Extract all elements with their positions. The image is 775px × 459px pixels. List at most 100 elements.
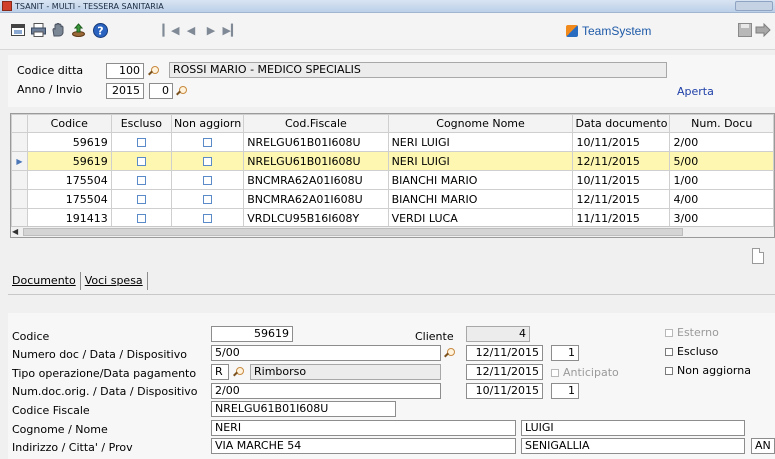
invio-field[interactable]: 0 bbox=[149, 83, 173, 99]
cell-cognome-nome: NERI LUIGI bbox=[387, 132, 574, 152]
escluso-checkbox[interactable] bbox=[136, 195, 146, 204]
cell-codice: 175504 bbox=[26, 189, 112, 209]
cell-non-aggiorna[interactable] bbox=[170, 151, 245, 171]
horizontal-scrollbar[interactable]: ◀ bbox=[11, 226, 774, 237]
exit-icon[interactable] bbox=[755, 22, 771, 38]
tab-documento[interactable]: Documento bbox=[10, 272, 78, 290]
new-document-icon[interactable] bbox=[752, 248, 764, 264]
esterno-checkbox[interactable]: Esterno bbox=[665, 326, 719, 339]
col-header-cod-fiscale[interactable]: Cod.Fiscale bbox=[243, 114, 389, 133]
tipo-operazione-search-icon[interactable] bbox=[233, 367, 244, 377]
numero-doc-dispositivo-field[interactable]: 1 bbox=[551, 345, 579, 361]
save-icon[interactable] bbox=[737, 22, 753, 38]
non-aggiorna-form-checkbox[interactable]: Non aggiorna bbox=[665, 364, 751, 377]
escluso-form-checkbox[interactable]: Escluso bbox=[665, 345, 718, 358]
tab-separator bbox=[146, 272, 148, 290]
indirizzo-field[interactable]: VIA MARCHE 54 bbox=[211, 438, 516, 454]
codice-ditta-field[interactable]: 100 bbox=[106, 63, 144, 79]
col-header-num-documento[interactable]: Num. Docu bbox=[669, 114, 774, 133]
non-aggiorna-checkbox[interactable] bbox=[203, 138, 213, 147]
anno-field[interactable]: 2015 bbox=[106, 83, 144, 99]
num-doc-orig-field[interactable]: 2/00 bbox=[211, 383, 441, 399]
table-row[interactable]: 191413 VRDLCU95B16I608Y VERDI LUCA 11/11… bbox=[11, 208, 774, 228]
cell-non-aggiorna[interactable] bbox=[170, 208, 245, 228]
non-aggiorna-checkbox[interactable] bbox=[203, 176, 213, 185]
cell-num-documento: 3/00 bbox=[669, 208, 774, 228]
num-doc-orig-date-field[interactable]: 10/11/2015 bbox=[466, 383, 543, 399]
numero-doc-field[interactable]: 5/00 bbox=[211, 345, 441, 361]
cell-cod-fiscale: NRELGU61B01I608U bbox=[243, 151, 389, 171]
cell-num-documento: 5/00 bbox=[669, 151, 774, 171]
window-icon[interactable] bbox=[10, 22, 26, 38]
status-label: Aperta bbox=[677, 85, 714, 98]
invio-search-icon[interactable] bbox=[176, 86, 187, 96]
anticipato-checkbox[interactable]: Anticipato bbox=[551, 366, 619, 379]
numero-doc-search-icon[interactable] bbox=[444, 348, 455, 358]
col-header-escluso[interactable]: Escluso bbox=[110, 114, 172, 133]
escluso-checkbox[interactable] bbox=[136, 157, 146, 166]
anticipato-label: Anticipato bbox=[563, 366, 619, 379]
documents-grid[interactable]: Codice Escluso Non aggiorn Cod.Fiscale C… bbox=[10, 113, 775, 238]
window-controls[interactable] bbox=[735, 1, 773, 11]
cliente-label: Cliente bbox=[415, 330, 454, 343]
grid-header-row: Codice Escluso Non aggiorn Cod.Fiscale C… bbox=[11, 114, 774, 133]
prov-field[interactable]: AN bbox=[751, 438, 775, 454]
non-aggiorna-checkbox[interactable] bbox=[203, 214, 213, 223]
col-header-non-aggiorna[interactable]: Non aggiorn bbox=[170, 114, 245, 133]
cell-escluso[interactable] bbox=[110, 208, 172, 228]
cell-non-aggiorna[interactable] bbox=[170, 132, 245, 152]
non-aggiorna-checkbox[interactable] bbox=[203, 157, 213, 166]
non-aggiorna-checkbox[interactable] bbox=[203, 195, 213, 204]
cell-cognome-nome: BIANCHI MARIO bbox=[387, 189, 574, 209]
col-header-data-documento[interactable]: Data documento bbox=[572, 114, 671, 133]
escluso-checkbox[interactable] bbox=[136, 176, 146, 185]
codice-field[interactable]: 59619 bbox=[211, 326, 293, 342]
codice-fiscale-field[interactable]: NRELGU61B01I608U bbox=[211, 401, 396, 417]
last-icon[interactable]: ▶▎ bbox=[223, 22, 240, 38]
nome-field[interactable]: LUIGI bbox=[521, 420, 745, 436]
cognome-field[interactable]: NERI bbox=[211, 420, 516, 436]
codice-ditta-search-icon[interactable] bbox=[148, 66, 159, 76]
escluso-box[interactable] bbox=[665, 348, 673, 356]
hand-icon[interactable] bbox=[50, 22, 66, 38]
print-icon[interactable] bbox=[30, 22, 46, 38]
cell-escluso[interactable] bbox=[110, 170, 172, 190]
col-header-cognome-nome[interactable]: Cognome Nome bbox=[387, 114, 574, 133]
tab-documento-label: Documento bbox=[12, 274, 76, 287]
row-indicator-header bbox=[11, 114, 28, 133]
table-row[interactable]: 59619 NRELGU61B01I608U NERI LUIGI 10/11/… bbox=[11, 132, 774, 152]
num-doc-orig-dispositivo-field[interactable]: 1 bbox=[551, 383, 579, 399]
cell-non-aggiorna[interactable] bbox=[170, 170, 245, 190]
cell-cod-fiscale: NRELGU61B01I608U bbox=[243, 132, 389, 152]
window-title: TSANIT - MULTI - TESSERA SANITARIA bbox=[15, 2, 164, 11]
num-doc-orig-label: Num.doc.orig. / Data / Dispositivo bbox=[12, 385, 198, 398]
cell-cognome-nome: VERDI LUCA bbox=[387, 208, 574, 228]
scroll-left-icon[interactable]: ◀ bbox=[12, 227, 18, 236]
scrollbar-thumb[interactable] bbox=[23, 228, 683, 236]
tab-divider bbox=[8, 294, 775, 295]
first-icon[interactable]: ▎◀ bbox=[163, 22, 180, 38]
table-row-selected[interactable]: ▶ 59619 NRELGU61B01I608U NERI LUIGI 12/1… bbox=[11, 151, 774, 171]
col-header-codice[interactable]: Codice bbox=[26, 114, 112, 133]
cell-escluso[interactable] bbox=[110, 189, 172, 209]
next-icon[interactable]: ▶ bbox=[204, 22, 218, 38]
table-row[interactable]: 175504 BNCMRA62A01I608U BIANCHI MARIO 12… bbox=[11, 189, 774, 209]
cell-escluso[interactable] bbox=[110, 151, 172, 171]
data-pagamento-field[interactable]: 12/11/2015 bbox=[466, 364, 543, 380]
escluso-checkbox[interactable] bbox=[136, 214, 146, 223]
help-icon[interactable]: ? bbox=[92, 22, 108, 38]
cell-escluso[interactable] bbox=[110, 132, 172, 152]
non-aggiorna-box[interactable] bbox=[665, 367, 673, 375]
tipo-operazione-code-field[interactable]: R bbox=[211, 364, 229, 380]
table-row[interactable]: 175504 BNCMRA62A01I608U BIANCHI MARIO 10… bbox=[11, 170, 774, 190]
esterno-box[interactable] bbox=[665, 329, 673, 337]
citta-field[interactable]: SENIGALLIA bbox=[521, 438, 745, 454]
cell-num-documento: 2/00 bbox=[669, 132, 774, 152]
prev-icon[interactable]: ◀ bbox=[184, 22, 198, 38]
tab-voci-spesa[interactable]: Voci spesa bbox=[83, 272, 145, 290]
numero-doc-date-field[interactable]: 12/11/2015 bbox=[466, 345, 543, 361]
escluso-checkbox[interactable] bbox=[136, 138, 146, 147]
export-icon[interactable] bbox=[70, 22, 86, 38]
anticipato-box[interactable] bbox=[551, 369, 559, 377]
cell-non-aggiorna[interactable] bbox=[170, 189, 245, 209]
